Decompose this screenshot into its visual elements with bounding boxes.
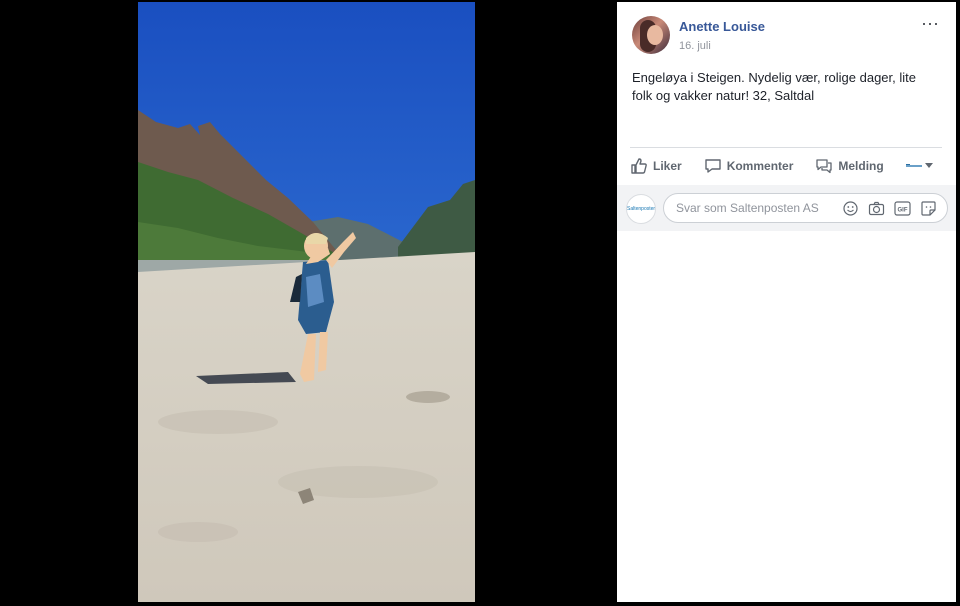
gif-icon[interactable]: GIF bbox=[894, 200, 911, 217]
svg-text:GIF: GIF bbox=[898, 208, 908, 214]
messenger-icon bbox=[816, 159, 833, 174]
action-bar: Liker Kommenter Melding bbox=[630, 150, 942, 182]
message-label: Melding bbox=[838, 159, 884, 173]
comment-input[interactable] bbox=[676, 194, 831, 222]
comment-tools: GIF bbox=[842, 200, 937, 217]
comment-button[interactable]: Kommenter bbox=[704, 157, 794, 175]
author-name[interactable]: Anette Louise bbox=[679, 19, 765, 34]
comment-composer: Saltenposten GIF bbox=[617, 185, 956, 231]
divider bbox=[630, 147, 942, 148]
speech-bubble-icon bbox=[704, 159, 721, 173]
post-text: Engeløya i Steigen. Nydelig vær, rolige … bbox=[632, 70, 916, 103]
post-date[interactable]: 16. juli bbox=[679, 40, 711, 52]
post-photo[interactable] bbox=[138, 2, 475, 602]
thumbs-up-icon bbox=[631, 158, 647, 174]
like-label: Liker bbox=[653, 159, 682, 173]
more-options-icon[interactable]: ⋯ bbox=[921, 15, 943, 35]
camera-icon[interactable] bbox=[868, 200, 885, 217]
author-avatar[interactable] bbox=[632, 16, 670, 54]
post-panel: Anette Louise 16. juli ⋯ Engeløya i Stei… bbox=[617, 2, 956, 602]
beach-photo-image bbox=[138, 2, 475, 602]
photo-viewer bbox=[0, 0, 617, 606]
like-button[interactable]: Liker bbox=[630, 157, 682, 175]
comment-label: Kommenter bbox=[726, 159, 794, 173]
message-button[interactable]: Melding bbox=[815, 157, 884, 175]
comment-box[interactable]: GIF bbox=[663, 193, 948, 223]
avatar-face bbox=[647, 25, 663, 45]
sticker-icon[interactable] bbox=[920, 200, 937, 217]
smiley-icon[interactable] bbox=[842, 200, 859, 217]
page-avatar: Saltenposten bbox=[626, 194, 656, 224]
chevron-down-icon bbox=[924, 163, 933, 168]
share-as-dropdown[interactable] bbox=[905, 161, 933, 171]
page-logo-icon bbox=[905, 164, 922, 167]
